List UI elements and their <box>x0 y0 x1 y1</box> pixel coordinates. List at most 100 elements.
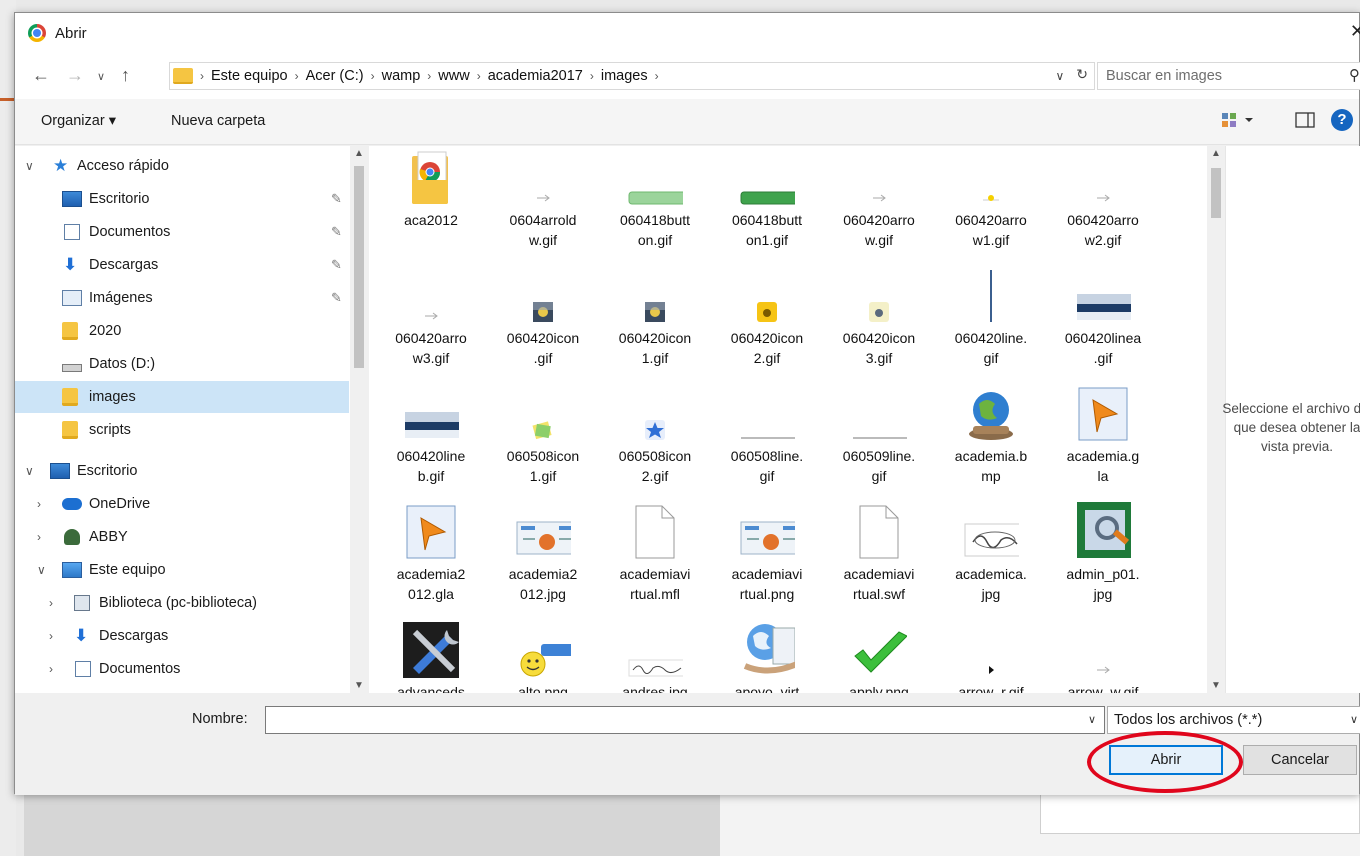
preview-pane-icon[interactable] <box>1295 111 1315 132</box>
nav-item-imagenes[interactable]: Imágenes ✎ <box>15 282 349 314</box>
refresh-icon[interactable]: ↻ <box>1076 66 1088 83</box>
scroll-up-icon[interactable]: ▲ <box>354 148 364 159</box>
scroll-down-icon[interactable]: ▼ <box>1211 680 1221 691</box>
file-item[interactable]: admin_p01. jpg <box>1049 500 1157 626</box>
address-bar[interactable]: › Este equipo › Acer (C:) › wamp › www ›… <box>169 62 1095 90</box>
file-item[interactable]: arrow_w.gif <box>1049 618 1157 693</box>
file-item[interactable]: 0604arrold w.gif <box>489 146 597 272</box>
nav-item-documentos-pc[interactable]: › Documentos <box>15 653 349 685</box>
file-item[interactable]: 060420line b.gif <box>377 382 485 508</box>
file-name-input[interactable]: ∨ <box>265 706 1105 734</box>
file-item[interactable]: 060420line. gif <box>937 264 1045 390</box>
cancel-button[interactable]: Cancelar <box>1243 745 1357 775</box>
collapse-chevron-icon[interactable]: ∨ <box>25 464 34 478</box>
file-item[interactable]: 060420icon 1.gif <box>601 264 709 390</box>
file-item[interactable]: 060508line. gif <box>713 382 821 508</box>
file-item[interactable]: 060420icon 3.gif <box>825 264 933 390</box>
recent-locations-chevron-icon[interactable]: ∨ <box>97 70 105 83</box>
expand-chevron-icon[interactable]: › <box>49 662 53 676</box>
breadcrumb-wamp[interactable]: wamp <box>382 68 421 84</box>
nav-item-abby[interactable]: › ABBY <box>15 521 349 553</box>
nav-label: Este equipo <box>89 562 166 578</box>
file-list-scroll-thumb[interactable] <box>1211 168 1221 218</box>
file-item[interactable]: apoyo_virt <box>713 618 821 693</box>
file-item[interactable]: 060508icon 2.gif <box>601 382 709 508</box>
nav-label: Descargas <box>99 628 169 644</box>
search-icon[interactable]: ⚲ <box>1349 66 1360 84</box>
nav-scroll-thumb[interactable] <box>354 166 364 368</box>
view-options-icon[interactable] <box>1221 111 1255 132</box>
pin-icon[interactable]: ✎ <box>331 290 342 306</box>
scroll-up-icon[interactable]: ▲ <box>1211 148 1221 159</box>
nav-item-documentos[interactable]: Documentos ✎ <box>15 216 349 248</box>
file-item[interactable]: academiavi rtual.png <box>713 500 821 626</box>
collapse-chevron-icon[interactable]: ∨ <box>25 159 34 173</box>
nav-item-images[interactable]: images <box>15 381 349 413</box>
file-item[interactable]: apply.png <box>825 618 933 693</box>
scroll-down-icon[interactable]: ▼ <box>354 680 364 691</box>
nav-scrollbar[interactable]: ▲ ▼ <box>350 146 368 693</box>
nav-item-2020[interactable]: 2020 <box>15 315 349 347</box>
file-item[interactable]: 060420arro w.gif <box>825 146 933 272</box>
file-item[interactable]: academiavi rtual.mfl <box>601 500 709 626</box>
breadcrumb-este-equipo[interactable]: Este equipo <box>211 68 288 84</box>
help-icon[interactable]: ? <box>1331 109 1353 131</box>
file-item[interactable]: academia.b mp <box>937 382 1045 508</box>
breadcrumb-images[interactable]: images <box>601 68 648 84</box>
organize-menu-button[interactable]: Organizar ▾ <box>41 113 116 129</box>
expand-chevron-icon[interactable]: › <box>37 497 41 511</box>
nav-item-este-equipo[interactable]: ∨ Este equipo <box>15 554 349 586</box>
up-arrow-icon[interactable]: ↑ <box>121 65 130 86</box>
nav-item-scripts[interactable]: scripts <box>15 414 349 446</box>
nav-item-quick-access[interactable]: ∨ ★ Acceso rápido <box>15 150 349 182</box>
pin-icon[interactable]: ✎ <box>331 191 342 207</box>
nav-item-biblioteca[interactable]: › Biblioteca (pc-biblioteca) <box>15 587 349 619</box>
forward-arrow-icon[interactable]: → <box>66 65 84 86</box>
back-arrow-icon[interactable]: ← <box>32 65 50 86</box>
search-input[interactable]: Buscar en images ⚲ <box>1097 62 1360 90</box>
nav-item-escritorio[interactable]: Escritorio ✎ <box>15 183 349 215</box>
file-item[interactable]: academia2 012.gla <box>377 500 485 626</box>
file-item[interactable]: advanceds <box>377 618 485 693</box>
file-item[interactable]: 060420arro w2.gif <box>1049 146 1157 272</box>
file-item[interactable]: alto.png <box>489 618 597 693</box>
close-icon[interactable]: ✕ <box>1350 21 1360 42</box>
file-item[interactable]: 060418butt on1.gif <box>713 146 821 272</box>
expand-chevron-icon[interactable]: › <box>37 530 41 544</box>
file-item[interactable]: academiavi rtual.swf <box>825 500 933 626</box>
nav-item-descargas-pc[interactable]: › ⬇ Descargas <box>15 620 349 652</box>
expand-chevron-icon[interactable]: › <box>49 596 53 610</box>
expand-chevron-icon[interactable]: › <box>49 629 53 643</box>
breadcrumb-www[interactable]: www <box>438 68 469 84</box>
file-item[interactable]: academica. jpg <box>937 500 1045 626</box>
file-thumbnail <box>403 150 459 206</box>
collapse-chevron-icon[interactable]: ∨ <box>37 563 46 577</box>
file-item[interactable]: 060420icon .gif <box>489 264 597 390</box>
file-item[interactable]: 060420arro w3.gif <box>377 264 485 390</box>
file-item[interactable]: academia2 012.jpg <box>489 500 597 626</box>
new-folder-button[interactable]: Nueva carpeta <box>171 113 265 129</box>
file-name: 060420arro w2.gif <box>1067 212 1139 248</box>
nav-item-descargas[interactable]: ⬇ Descargas ✎ <box>15 249 349 281</box>
file-item[interactable]: 060420icon 2.gif <box>713 264 821 390</box>
address-dropdown-chevron-icon[interactable]: ∨ <box>1055 69 1064 83</box>
file-type-select[interactable]: Todos los archivos (*.*) ∨ <box>1107 706 1360 734</box>
file-item[interactable]: 060418butt on.gif <box>601 146 709 272</box>
file-item[interactable]: 060420linea .gif <box>1049 264 1157 390</box>
file-item[interactable]: arrow_r.gif <box>937 618 1045 693</box>
chevron-down-icon[interactable]: ∨ <box>1088 713 1096 726</box>
pin-icon[interactable]: ✎ <box>331 257 342 273</box>
nav-item-escritorio-root[interactable]: ∨ Escritorio <box>15 455 349 487</box>
chevron-down-icon[interactable]: ∨ <box>1350 713 1358 726</box>
nav-item-onedrive[interactable]: › OneDrive <box>15 488 349 520</box>
file-item[interactable]: andres.jpg <box>601 618 709 693</box>
nav-item-datos-d[interactable]: Datos (D:) <box>15 348 349 380</box>
breadcrumb-academia2017[interactable]: academia2017 <box>488 68 583 84</box>
file-item[interactable]: 060508icon 1.gif <box>489 382 597 508</box>
file-item[interactable]: 060420arro w1.gif <box>937 146 1045 272</box>
file-item[interactable]: aca2012 <box>377 146 485 272</box>
pin-icon[interactable]: ✎ <box>331 224 342 240</box>
breadcrumb-acer-c[interactable]: Acer (C:) <box>306 68 364 84</box>
file-item[interactable]: academia.g la <box>1049 382 1157 508</box>
file-item[interactable]: 060509line. gif <box>825 382 933 508</box>
